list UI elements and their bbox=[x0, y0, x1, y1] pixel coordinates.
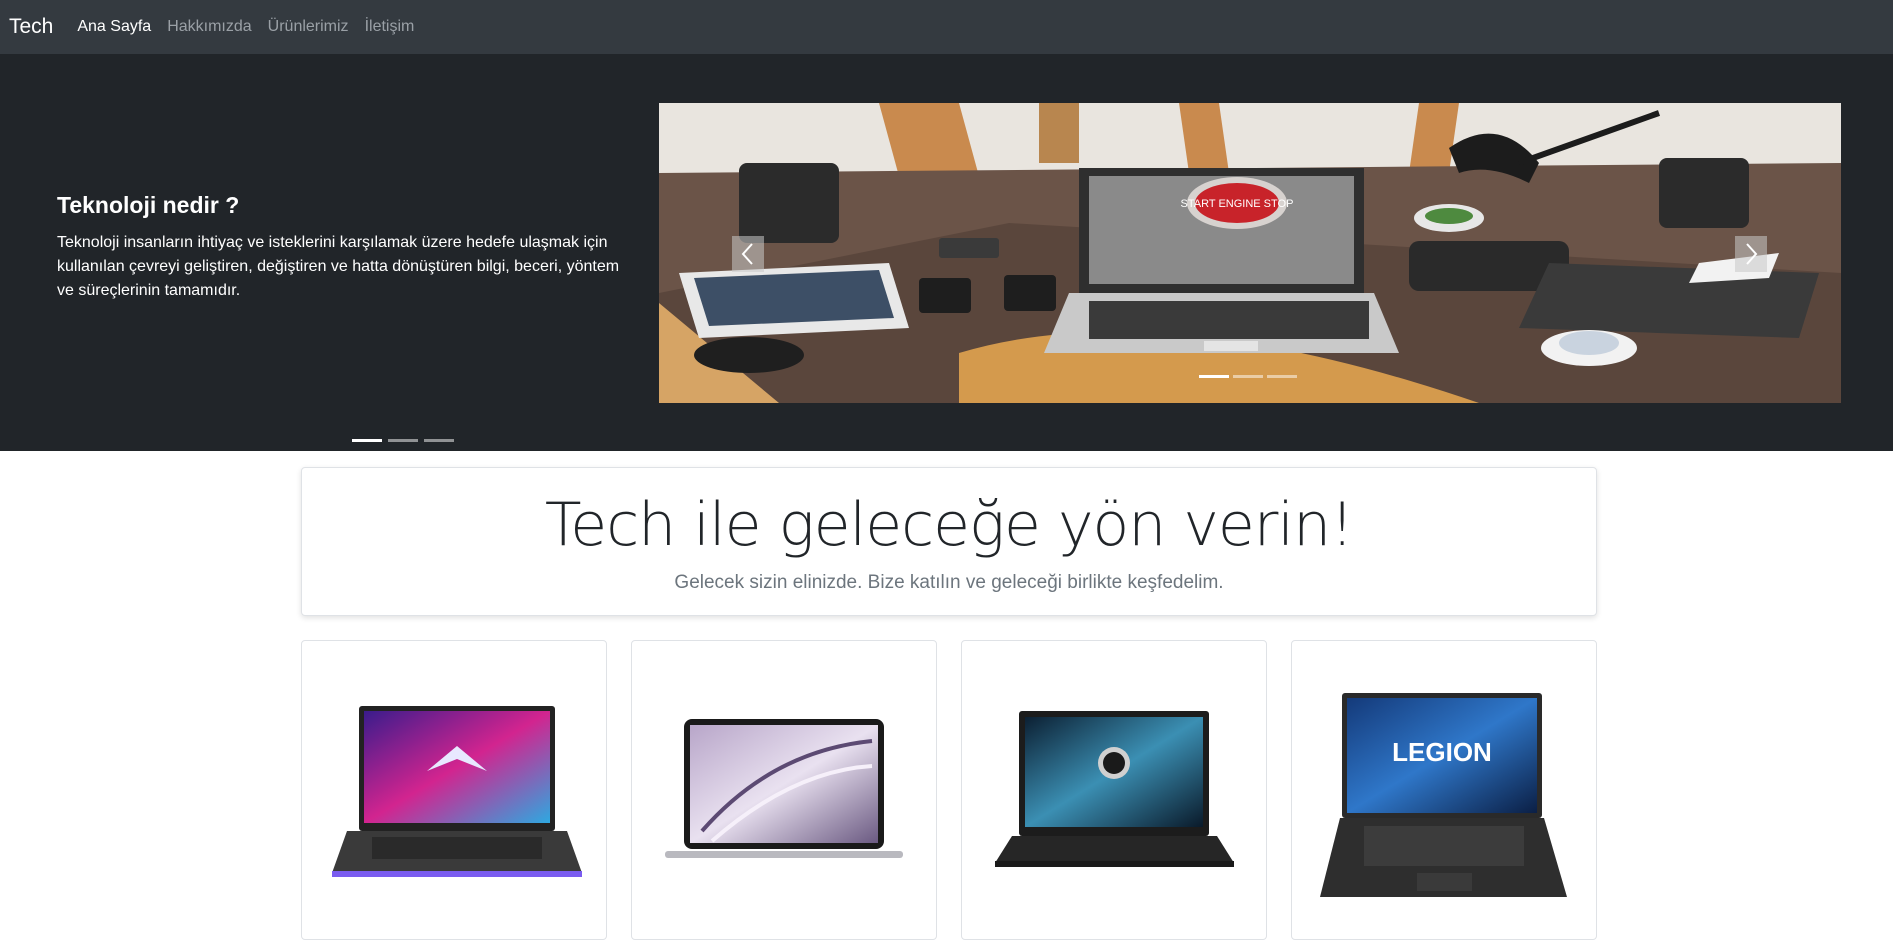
hero-text-block: Teknoloji nedir ? Teknoloji insanların i… bbox=[57, 192, 627, 442]
product-card-lenovo-legion[interactable]: LEGION bbox=[1291, 640, 1597, 940]
product-card-asus-rog[interactable] bbox=[301, 640, 607, 940]
image-indicator-2[interactable] bbox=[1233, 375, 1263, 378]
text-carousel-indicators bbox=[352, 439, 454, 442]
chevron-right-icon bbox=[1746, 243, 1758, 265]
desk-photo: START ENGINE STOP bbox=[659, 103, 1841, 403]
engine-button-text: START ENGINE STOP bbox=[1181, 198, 1294, 210]
jumbotron-title: Tech ile geleceğe yön verin! bbox=[544, 490, 1354, 560]
hero-description: Teknoloji insanların ihtiyaç ve istekler… bbox=[57, 234, 620, 299]
chevron-left-icon bbox=[741, 243, 753, 265]
brand-logo[interactable]: Tech bbox=[9, 15, 53, 39]
indicator-3[interactable] bbox=[424, 439, 454, 442]
jumbotron: Tech ile geleceğe yön verin! Gelecek siz… bbox=[301, 467, 1597, 616]
indicator-2[interactable] bbox=[388, 439, 418, 442]
msi-laptop-image bbox=[995, 711, 1234, 867]
carousel-next-button[interactable] bbox=[1735, 236, 1767, 272]
asus-rog-laptop-image bbox=[332, 706, 582, 877]
nav-link-iletisim[interactable]: İletişim bbox=[365, 18, 415, 36]
nav-link-hakkimizda[interactable]: Hakkımızda bbox=[167, 18, 251, 36]
navbar: Tech Ana Sayfa Hakkımızda Ürünlerimiz İl… bbox=[0, 0, 1893, 54]
product-card-macbook[interactable] bbox=[631, 640, 937, 940]
jumbotron-subtitle: Gelecek sizin elinizde. Bize katılın ve … bbox=[674, 572, 1224, 593]
nav-link-urunlerimiz[interactable]: Ürünlerimiz bbox=[268, 18, 349, 36]
image-indicator-3[interactable] bbox=[1267, 375, 1297, 378]
product-card-msi[interactable] bbox=[961, 640, 1267, 940]
image-carousel: START ENGINE STOP bbox=[659, 103, 1841, 403]
carousel-prev-button[interactable] bbox=[732, 236, 764, 272]
nav-link-ana-sayfa[interactable]: Ana Sayfa bbox=[77, 18, 151, 36]
macbook-air-image bbox=[665, 719, 903, 858]
indicator-1[interactable] bbox=[352, 439, 382, 442]
legion-logo-text: LEGION bbox=[1392, 737, 1492, 767]
image-carousel-indicators bbox=[1199, 375, 1297, 378]
lenovo-legion-laptop-image: LEGION bbox=[1320, 693, 1567, 897]
image-indicator-1[interactable] bbox=[1199, 375, 1229, 378]
hero-title: Teknoloji nedir ? bbox=[57, 192, 240, 218]
